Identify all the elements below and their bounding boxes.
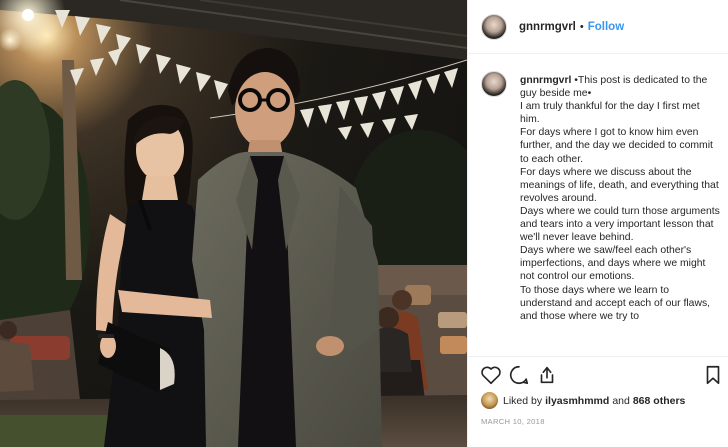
caption-line: Days where we could turn those arguments…: [520, 205, 720, 244]
likes-count[interactable]: 868 others: [633, 395, 686, 407]
caption-line: For days where I got to know him even fu…: [520, 127, 713, 165]
divider: [468, 356, 728, 357]
caption-area[interactable]: gnnrmgvrl •This post is dedicated to the…: [468, 62, 728, 354]
likes-conjunction: and: [612, 394, 630, 407]
follow-button[interactable]: Follow: [588, 21, 624, 33]
caption-line: To those days where we learn to understa…: [520, 284, 711, 322]
post-header: gnnrmgvrl • Follow: [468, 0, 728, 54]
separator-dot: •: [579, 20, 584, 33]
bookmark-icon[interactable]: [702, 364, 724, 386]
caption-line: gnnrmgvrl •This post is dedicated to the…: [520, 74, 720, 100]
liker-username[interactable]: ilyasmhmmd: [545, 395, 609, 407]
post-photo[interactable]: [0, 0, 467, 447]
caption-line: Days where we saw/feel each other's impe…: [520, 245, 706, 283]
liker-avatar[interactable]: [481, 392, 498, 409]
share-icon[interactable]: [536, 364, 558, 386]
likes-summary: Liked by ilyasmhmmd and 868 others: [481, 392, 685, 409]
post-date[interactable]: MARCH 10, 2018: [481, 417, 545, 426]
likes-prefix: Liked by: [503, 394, 543, 407]
heart-icon[interactable]: [480, 364, 502, 386]
caption-username[interactable]: gnnrmgvrl: [520, 75, 571, 86]
comment-icon[interactable]: [508, 364, 530, 386]
caption-avatar[interactable]: [481, 71, 507, 97]
caption-line: For days where we discuss about the mean…: [520, 166, 719, 204]
action-bar: [480, 364, 720, 386]
caption-line: I am truly thankful for the day I first …: [520, 101, 700, 126]
caption-text: gnnrmgvrl •This post is dedicated to the…: [520, 74, 720, 354]
avatar[interactable]: [481, 13, 507, 40]
post-sidebar: gnnrmgvrl • Follow gnnrmgvrl •This post …: [467, 0, 728, 447]
photo-scene: [0, 0, 467, 447]
post-username[interactable]: gnnrmgvrl: [519, 21, 576, 33]
